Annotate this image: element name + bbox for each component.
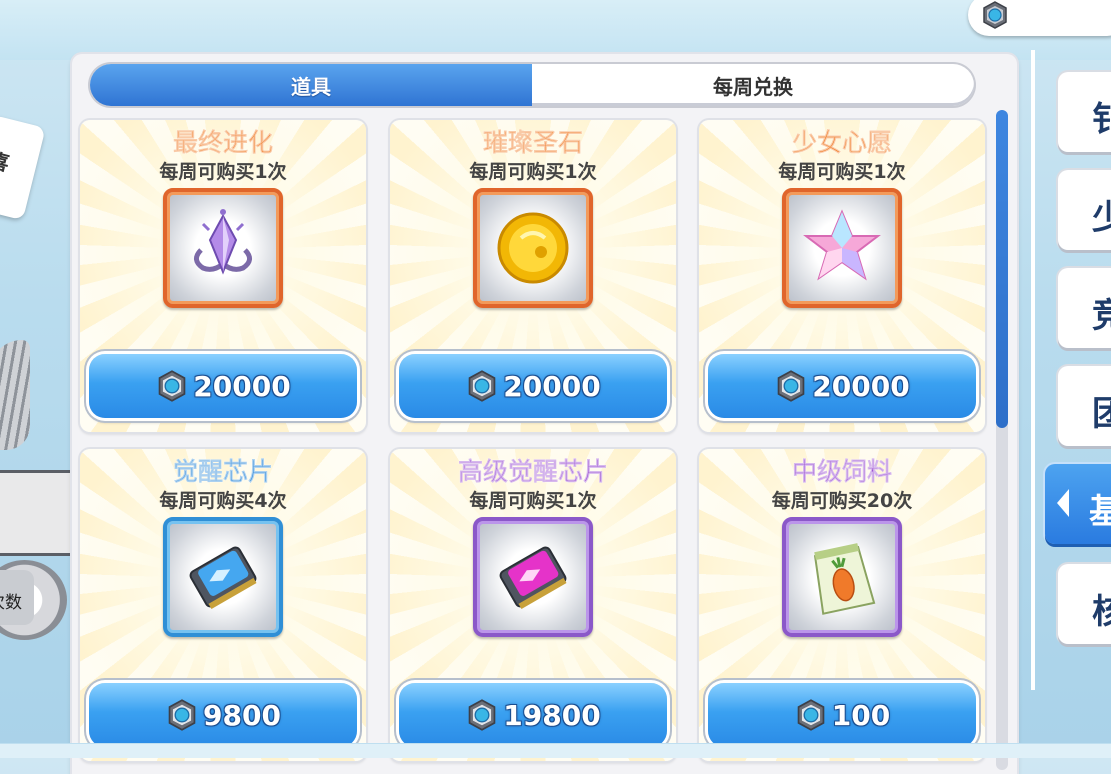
category-rail [1031, 50, 1035, 690]
side-category-label: 团 [1092, 394, 1111, 434]
item-purchase-limit: 每周可购买1次 [469, 161, 597, 183]
gear-coin-icon [158, 370, 186, 402]
item-price: 20000 [812, 369, 910, 403]
side-category-label: 核 [1092, 592, 1111, 632]
tab-items[interactable]: 道具 [90, 64, 532, 106]
item-purchase-limit: 每周可购买1次 [778, 161, 906, 183]
item-purchase-limit: 每周可购买1次 [469, 490, 597, 512]
shop-item-card[interactable]: 最终进化 每周可购买1次 20000 [80, 120, 366, 432]
item-purchase-limit: 每周可购买4次 [159, 490, 287, 512]
side-category-label: 钅 [1092, 100, 1111, 140]
feed-bag-icon [813, 543, 876, 615]
fan-decoration [0, 340, 30, 450]
buy-button[interactable]: 19800 [399, 683, 667, 747]
item-icon-frame [782, 517, 902, 637]
scrollbar-thumb[interactable] [996, 110, 1008, 428]
gold-holy-stone-icon [497, 212, 569, 284]
item-scrollbar[interactable] [996, 110, 1008, 770]
buy-button[interactable]: 20000 [399, 354, 667, 418]
item-icon-frame [473, 188, 593, 308]
evolution-crystal-icon [194, 209, 252, 275]
item-price: 20000 [193, 369, 291, 403]
machine-badge: 次数 [0, 570, 34, 625]
side-category-button[interactable]: 钅 [1058, 72, 1111, 152]
item-name: 少女心愿 [791, 128, 893, 158]
item-name: 觉醒芯片 [172, 457, 274, 487]
side-category-button[interactable]: 核 [1058, 564, 1111, 644]
tab-weekly-exchange[interactable]: 每周兑换 [532, 64, 974, 106]
side-category-label: 竞 [1092, 296, 1111, 336]
gear-coin-icon [777, 370, 805, 402]
side-category-button[interactable]: 少 [1058, 170, 1111, 250]
gear-coin-icon [983, 1, 1007, 29]
item-icon-frame [473, 517, 593, 637]
shop-item-card[interactable]: 高级觉醒芯片 每周可购买1次 19800 [390, 449, 676, 761]
item-icon-frame [163, 188, 283, 308]
shop-item-card[interactable]: 觉醒芯片 每周可购买4次 9800 [80, 449, 366, 761]
shop-item-card[interactable]: 中级饲料 每周可购买20次 100 [699, 449, 985, 761]
gear-coin-icon [168, 699, 196, 731]
buy-button[interactable]: 9800 [89, 683, 357, 747]
item-purchase-limit: 每周可购买20次 [771, 490, 913, 512]
item-icon-frame [163, 517, 283, 637]
bottom-bar [0, 744, 1111, 758]
blue-chip-icon [189, 546, 257, 610]
background-machine: 次数 [0, 330, 76, 640]
item-name: 最终进化 [172, 128, 274, 158]
shop-item-card[interactable]: 璀璨圣石 每周可购买1次 20000 [390, 120, 676, 432]
gear-coin-icon [797, 699, 825, 731]
item-name: 璀璨圣石 [482, 128, 584, 158]
side-category-button-active[interactable]: 基 [1045, 464, 1111, 544]
purple-chip-icon [499, 546, 567, 610]
chevron-left-icon [1057, 489, 1069, 517]
side-category-button[interactable]: 竞 [1058, 268, 1111, 348]
star-crystal-icon [803, 209, 881, 281]
background-sky [0, 0, 1111, 60]
radio-decoration [0, 470, 76, 556]
side-category-label: 基 [1089, 492, 1111, 532]
background-card-text: 喜 [0, 147, 12, 176]
item-icon-frame [782, 188, 902, 308]
item-name: 中级饲料 [791, 457, 893, 487]
item-price: 100 [831, 698, 891, 732]
background-card: 喜 [0, 114, 46, 221]
gear-coin-icon [468, 370, 496, 402]
item-name: 高级觉醒芯片 [457, 457, 609, 487]
item-price: 9800 [203, 698, 281, 732]
shop-item-card[interactable]: 少女心愿 每周可购买1次 20000 [699, 120, 985, 432]
item-price: 19800 [503, 698, 601, 732]
item-purchase-limit: 每周可购买1次 [159, 161, 287, 183]
top-currency-display[interactable] [968, 0, 1111, 36]
side-category-button[interactable]: 团 [1058, 366, 1111, 446]
item-price: 20000 [503, 369, 601, 403]
gear-coin-icon [468, 699, 496, 731]
buy-button[interactable]: 100 [708, 683, 976, 747]
shop-panel: 道具 每周兑换 最终进化 每周可购买1次 20000 璀璨圣石 每周可购买1次 … [72, 54, 1017, 774]
buy-button[interactable]: 20000 [708, 354, 976, 418]
shop-tabs: 道具 每周兑换 [90, 64, 974, 106]
buy-button[interactable]: 20000 [89, 354, 357, 418]
side-category-label: 少 [1092, 198, 1111, 238]
